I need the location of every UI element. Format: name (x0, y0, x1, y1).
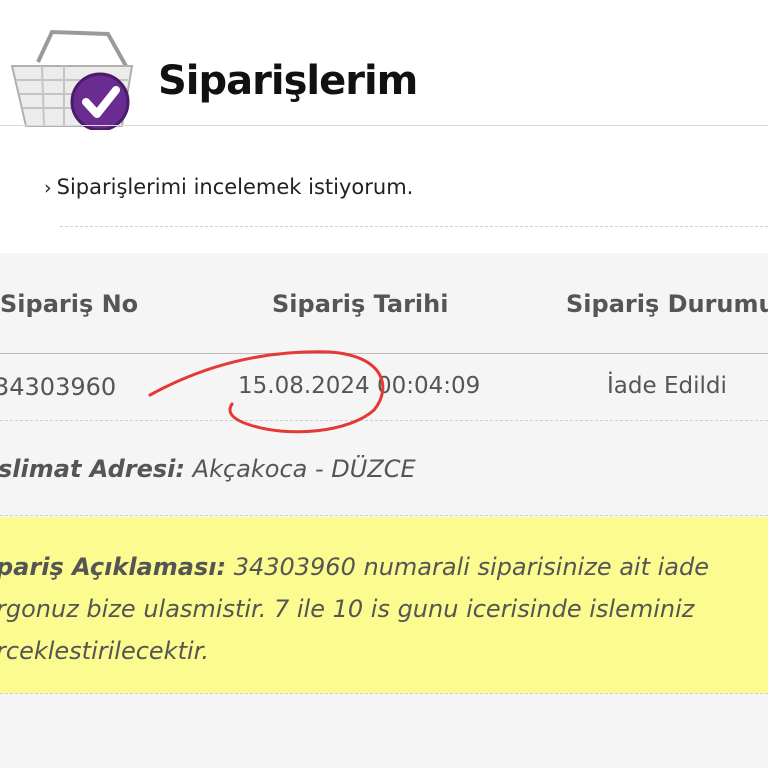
order-status: İade Edildi (607, 373, 727, 399)
shopping-basket-check-icon (10, 29, 134, 130)
chevron-right-icon: › (44, 177, 52, 199)
order-note-line-3: rceklestirilecektir. (0, 637, 209, 665)
view-orders-link-label: Siparişlerimi incelemek istiyorum. (56, 175, 414, 199)
header-row-divider (0, 353, 768, 354)
order-number: 34303960 (0, 373, 117, 401)
delivery-address-label: slimat Adresi: (0, 455, 186, 483)
note-divider (0, 693, 768, 694)
link-divider (60, 226, 768, 227)
order-note-line-2: rgonuz bize ulasmistir. 7 ile 10 is gunu… (0, 595, 695, 623)
row-divider (0, 420, 768, 421)
order-note: pariş Açıklaması: 34303960 numarali sipa… (0, 546, 736, 672)
column-header-order-no: Sipariş No (0, 290, 139, 318)
page-title: Siparişlerim (158, 58, 418, 104)
page-header: Siparişlerim (0, 0, 768, 130)
order-note-line-1: 34303960 numarali siparisinize ait iade (226, 553, 710, 581)
order-note-label: pariş Açıklaması: (0, 553, 227, 581)
column-header-order-date: Sipariş Tarihi (272, 290, 449, 318)
order-date: 15.08.2024 00:04:09 (238, 373, 481, 399)
delivery-address-value: Akçakoca - DÜZCE (185, 455, 416, 483)
header-divider (0, 125, 768, 126)
view-orders-link[interactable]: › Siparişlerimi incelemek istiyorum. (44, 175, 413, 199)
column-header-order-status: Sipariş Durumu (566, 290, 768, 318)
address-divider (0, 515, 768, 516)
delivery-address: slimat Adresi: Akçakoca - DÜZCE (0, 455, 416, 483)
